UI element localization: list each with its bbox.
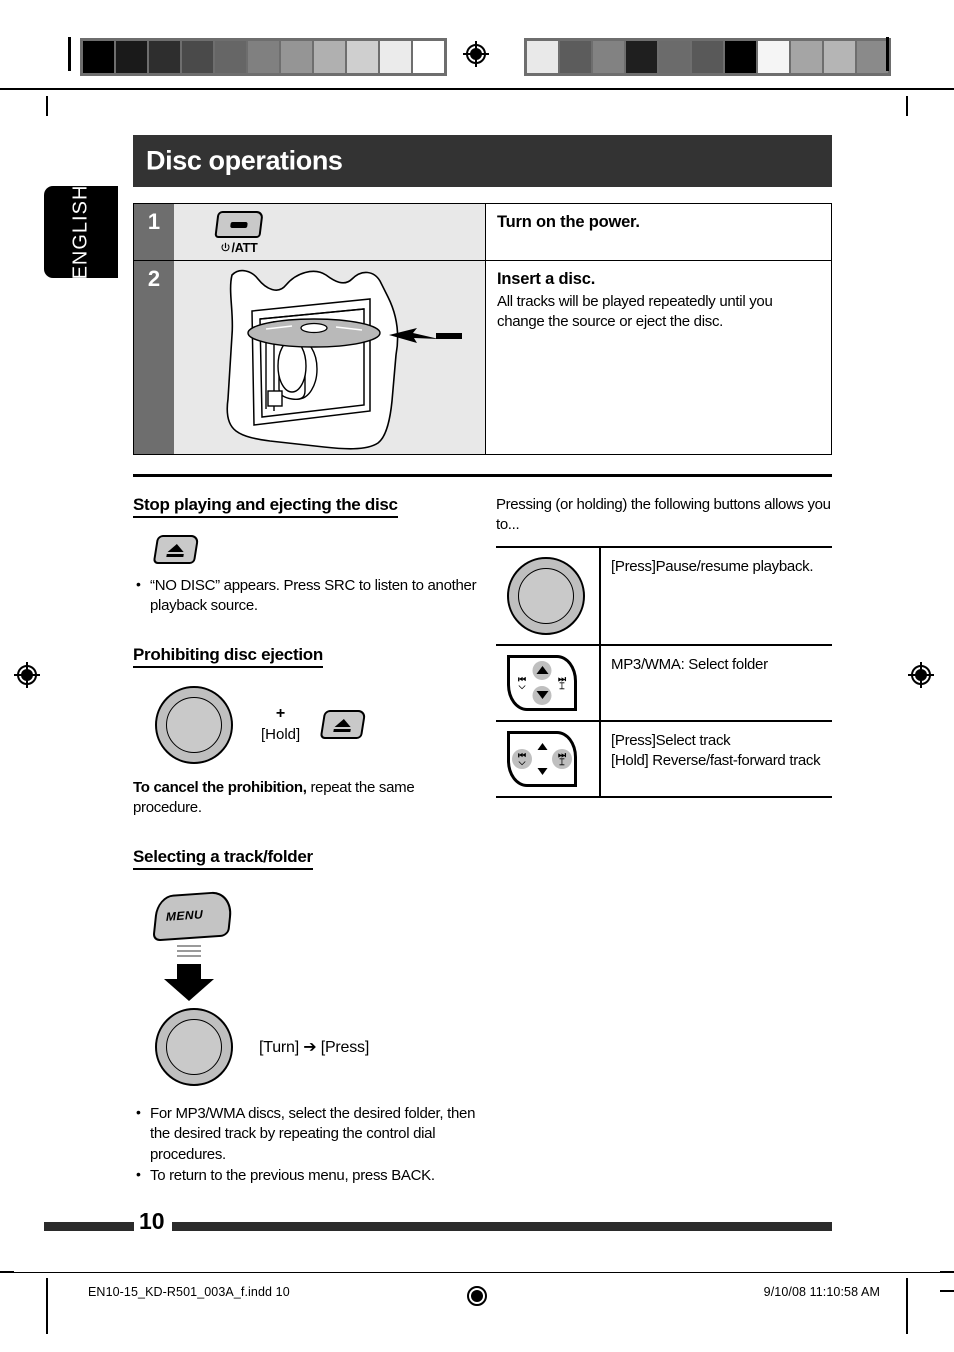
eject-button-icon — [152, 535, 200, 564]
disc-insert-illustration — [226, 269, 462, 450]
dpad-left-button: ⏮ ⌵ — [512, 748, 532, 769]
bullet-list-select-track: For MP3/WMA discs, select the desired fo… — [133, 1103, 479, 1186]
dpad-down-button — [533, 762, 552, 781]
list-item: For MP3/WMA discs, select the desired fo… — [133, 1103, 479, 1165]
cell-icon-control-dial — [496, 546, 601, 645]
right-column: Pressing (or holding) the following butt… — [496, 495, 832, 798]
list-item: “NO DISC” appears. Press SRC to listen t… — [133, 575, 479, 617]
step-number: 2 — [134, 261, 174, 454]
heading-prohibit-eject: Prohibiting disc ejection — [133, 645, 323, 668]
dpad-left-button: ⏮ ⌵ — [517, 673, 527, 691]
page-number: 10 — [139, 1208, 165, 1234]
table-row: ⏮ ⌵ ⏭ ⌶ [Press]Select track [Hold] Reverse… — [496, 720, 832, 797]
dpad-up-button — [533, 737, 552, 756]
dpad-updown-icon: ⏮ ⌵ ⏭ ⌶ — [507, 654, 577, 711]
step-text-2: Insert a disc. All tracks will be played… — [486, 261, 831, 454]
button-functions-table: [Press]Pause/resume playback. ⏮ ⌵ ⏭ ⌶ MP… — [496, 546, 832, 798]
cancel-prohibition-note: To cancel the prohibition, repeat the sa… — [133, 778, 479, 819]
cancel-prohibition-bold: To cancel the prohibition, — [133, 778, 307, 796]
dpad-up-button — [532, 660, 552, 680]
crop-mark-bottom-left — [46, 1278, 48, 1334]
step-figure-disc-insert — [174, 261, 486, 454]
step-text-1: Turn on the power. — [486, 204, 831, 260]
insert-arrow-icon — [389, 328, 462, 343]
menu-button-icon: MENU — [152, 890, 234, 942]
crop-mark-bottom-right — [906, 1278, 908, 1334]
power-att-button-label: /ATT — [220, 241, 258, 255]
section-title-bar: Disc operations — [133, 135, 832, 187]
list-item: To return to the previous menu, press BA… — [133, 1165, 479, 1186]
heading-stop-eject: Stop playing and ejecting the disc — [133, 495, 398, 518]
step-number: 1 — [134, 204, 174, 260]
dpad-leftright-icon: ⏮ ⌵ ⏭ ⌶ — [507, 730, 577, 787]
table-row: ⏮ ⌵ ⏭ ⌶ MP3/WMA: Select folder — [496, 644, 832, 721]
control-dial-icon — [507, 556, 585, 635]
power-att-button-icon — [214, 211, 264, 238]
row-text-line: [Press]Pause/resume playback. — [611, 557, 814, 575]
language-tab: ENGLISH — [44, 184, 118, 280]
page-title: Disc operations — [146, 145, 343, 176]
power-icon — [221, 242, 230, 252]
hold-label: [Hold] — [261, 726, 301, 743]
procedure-steps-table: 1 /ATT Turn on the power. 2 Insert a dis… — [133, 203, 832, 455]
dial-action-label: [Turn] ➔ [Press] — [259, 1039, 370, 1056]
footer-rule-left — [44, 1222, 134, 1231]
crop-tick-right-2 — [940, 1290, 954, 1292]
buttons-intro-text: Pressing (or holding) the following butt… — [496, 496, 831, 534]
registration-mark-footer — [464, 1283, 490, 1309]
footer-rule-right — [172, 1222, 832, 1231]
footer-filename: EN10-15_KD-R501_003A_f.indd 10 — [88, 1285, 290, 1299]
crop-tick-right — [940, 1271, 954, 1273]
bullet-list-stop-eject: “NO DISC” appears. Press SRC to listen t… — [133, 575, 479, 617]
control-dial-icon — [155, 685, 233, 764]
cell-icon-dpad-leftright: ⏮ ⌵ ⏭ ⌶ — [496, 720, 601, 797]
step-figure-power: /ATT — [174, 204, 486, 260]
row-text-line: [Hold] Reverse/fast-forward track — [611, 751, 821, 769]
cell-text-select-track: [Press]Select track [Hold] Reverse/fast-… — [600, 721, 832, 797]
eject-button-icon — [319, 710, 367, 739]
cell-text-select-folder: MP3/WMA: Select folder — [600, 645, 832, 721]
down-arrow-icon — [164, 945, 214, 1003]
control-dial-icon — [155, 1008, 233, 1086]
language-tab-label: ENGLISH — [69, 184, 92, 280]
row-text-line: [Press]Select track — [611, 731, 731, 749]
section-divider — [133, 474, 832, 477]
dpad-right-button: ⏭ ⌶ — [552, 748, 572, 769]
plus-symbol: + — [275, 705, 286, 722]
menu-button-label: MENU — [165, 907, 204, 924]
cell-icon-dpad-updown: ⏮ ⌵ ⏭ ⌶ — [496, 644, 601, 721]
footer-timestamp: 9/10/08 11:10:58 AM — [763, 1285, 880, 1299]
row-text-line: MP3/WMA: Select folder — [611, 655, 768, 673]
table-row: 1 /ATT Turn on the power. — [134, 204, 831, 260]
step-body: All tracks will be played repeatedly unt… — [497, 293, 773, 330]
dpad-right-button: ⏭ ⌶ — [557, 673, 567, 691]
heading-select-track-folder: Selecting a track/folder — [133, 847, 313, 870]
step-heading: Insert a disc. — [497, 270, 596, 288]
footer-crop-line — [0, 1272, 954, 1273]
table-row: [Press]Pause/resume playback. — [496, 546, 832, 645]
crop-tick-left — [0, 1271, 14, 1273]
table-row: 2 Insert a disc. All tracks will be play… — [134, 260, 831, 454]
step-heading: Turn on the power. — [497, 213, 640, 231]
cell-text-pause-resume: [Press]Pause/resume playback. — [600, 547, 832, 645]
dpad-down-button — [532, 685, 552, 705]
left-column: Stop playing and ejecting the disc “NO D… — [133, 495, 479, 1187]
manual-page: ENGLISH Disc operations 1 /ATT Turn on t… — [0, 0, 954, 1352]
